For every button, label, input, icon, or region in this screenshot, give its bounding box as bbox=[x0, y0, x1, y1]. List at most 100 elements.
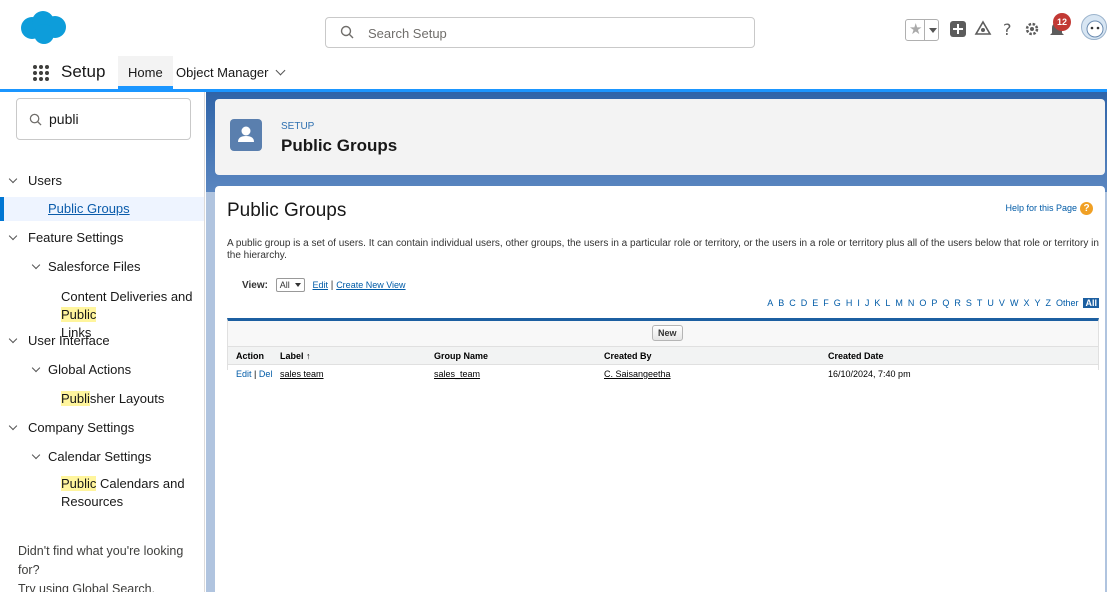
sidebar-item-public-calendars[interactable]: Public Calendars and Resources bbox=[61, 475, 201, 511]
content-deliveries-prefix: Content Deliveries and bbox=[61, 289, 193, 304]
view-label: View: bbox=[242, 280, 268, 291]
public-groups-list: New Action Label ↑ Group Name Created By… bbox=[227, 318, 1099, 382]
alpha-filter-letter[interactable]: Z bbox=[1045, 298, 1051, 308]
search-icon bbox=[340, 25, 354, 39]
column-header-created-by[interactable]: Created By bbox=[604, 347, 652, 365]
favorites-button[interactable]: ★ bbox=[905, 19, 939, 41]
search-match-highlight: Public bbox=[61, 307, 97, 322]
alpha-filter-letter[interactable]: D bbox=[801, 298, 808, 308]
content-card: Public Groups Help for this Page? A publ… bbox=[215, 186, 1105, 592]
alpha-filter-letter[interactable]: R bbox=[954, 298, 961, 308]
alpha-filter-letter[interactable]: S bbox=[966, 298, 972, 308]
tree-node-users-label: Users bbox=[28, 173, 62, 188]
quick-find-value: publi bbox=[49, 111, 79, 127]
sidebar-footer-line1: Didn't find what you're looking for? bbox=[18, 544, 184, 577]
alphabet-filter: A B C D E F G H I J K L M N O P Q R S T U V W X Y Z Other All bbox=[762, 298, 1099, 308]
astro-avatar-icon bbox=[1086, 20, 1104, 38]
tree-node-feature-settings-label: Feature Settings bbox=[28, 230, 124, 245]
chevron-down-icon bbox=[31, 363, 41, 373]
alpha-filter-letter[interactable]: J bbox=[865, 298, 870, 308]
alpha-filter-letter[interactable]: X bbox=[1023, 298, 1029, 308]
column-header-created-date[interactable]: Created Date bbox=[828, 347, 884, 365]
tree-node-company-settings-label: Company Settings bbox=[28, 420, 135, 435]
public-calendars-suffix: Calendars and bbox=[96, 476, 185, 491]
delete-link[interactable]: Del bbox=[259, 369, 273, 379]
tab-object-manager-label: Object Manager bbox=[176, 65, 269, 80]
alpha-filter-letter[interactable]: P bbox=[931, 298, 937, 308]
alpha-filter-letter[interactable]: H bbox=[846, 298, 853, 308]
alpha-filter-letter[interactable]: W bbox=[1010, 298, 1019, 308]
view-selector-row: View: All Edit | Create New View bbox=[242, 278, 406, 292]
public-calendars-line2: Resources bbox=[61, 494, 124, 509]
alpha-filter-letter[interactable]: T bbox=[977, 298, 983, 308]
alpha-filter-letter[interactable]: M bbox=[895, 298, 903, 308]
search-match-highlight: Publi bbox=[61, 391, 90, 406]
page-header: SETUP Public Groups bbox=[215, 99, 1105, 175]
group-label-link[interactable]: sales team bbox=[280, 365, 324, 383]
help-for-this-page-link[interactable]: Help for this Page? bbox=[1005, 202, 1093, 215]
help-icon[interactable]: ? bbox=[999, 20, 1017, 38]
alpha-filter-letter[interactable]: I bbox=[857, 298, 860, 308]
global-search-hint[interactable]: Try using Global Search. bbox=[18, 580, 198, 592]
breadcrumb: SETUP bbox=[281, 121, 315, 132]
new-group-button[interactable]: New bbox=[652, 325, 683, 341]
alpha-filter-letter[interactable]: Y bbox=[1034, 298, 1040, 308]
salesforce-logo[interactable] bbox=[18, 10, 68, 46]
chevron-down-icon bbox=[8, 421, 18, 431]
tree-node-global-actions-label: Global Actions bbox=[48, 362, 132, 377]
context-bar: Setup Home Object Manager bbox=[0, 56, 1107, 92]
content-title: Public Groups bbox=[227, 200, 347, 221]
alpha-filter-letter[interactable]: Q bbox=[942, 298, 949, 308]
sidebar-item-publisher-layouts[interactable]: Publisher Layouts bbox=[61, 390, 164, 408]
alpha-filter-letter[interactable]: A bbox=[767, 298, 773, 308]
help-question-icon: ? bbox=[1080, 202, 1093, 215]
alpha-filter-letter[interactable]: K bbox=[874, 298, 880, 308]
user-group-icon bbox=[230, 119, 262, 151]
edit-view-link[interactable]: Edit bbox=[313, 280, 329, 290]
view-select[interactable]: All bbox=[275, 278, 305, 292]
tab-home[interactable]: Home bbox=[118, 56, 173, 89]
tree-node-salesforce-files-label: Salesforce Files bbox=[48, 259, 141, 274]
alpha-filter-letter[interactable]: E bbox=[812, 298, 818, 308]
sidebar-item-public-groups[interactable]: Public Groups bbox=[0, 197, 204, 221]
search-match-highlight: Public bbox=[61, 476, 97, 491]
quick-find-input[interactable]: publi bbox=[16, 98, 191, 140]
header-actions: ★ ? 12 bbox=[905, 13, 1107, 47]
created-by-link[interactable]: C. Saisangeetha bbox=[604, 365, 671, 383]
alpha-filter-letter[interactable]: V bbox=[999, 298, 1005, 308]
user-avatar[interactable] bbox=[1081, 14, 1107, 40]
help-link-label: Help for this Page bbox=[1005, 203, 1077, 213]
alpha-filter-all[interactable]: All bbox=[1083, 298, 1099, 308]
edit-link[interactable]: Edit bbox=[236, 369, 252, 379]
chevron-down-icon bbox=[8, 174, 18, 184]
create-new-view-link[interactable]: Create New View bbox=[336, 280, 405, 290]
created-date: 16/10/2024, 7:40 pm bbox=[828, 369, 911, 379]
group-name-link[interactable]: sales_team bbox=[434, 365, 480, 383]
alpha-filter-letter[interactable]: O bbox=[919, 298, 926, 308]
alpha-filter-letter[interactable]: B bbox=[778, 298, 784, 308]
global-header: Search Setup ★ ? 12 bbox=[0, 0, 1107, 56]
alpha-filter-letter[interactable]: U bbox=[987, 298, 994, 308]
svg-text:?: ? bbox=[1003, 20, 1012, 38]
alpha-filter-letter[interactable]: F bbox=[823, 298, 829, 308]
chevron-down-icon[interactable] bbox=[275, 65, 285, 76]
alpha-filter-letter[interactable]: N bbox=[908, 298, 915, 308]
column-header-label[interactable]: Label ↑ bbox=[280, 347, 311, 365]
search-placeholder: Search Setup bbox=[368, 26, 447, 41]
gear-icon[interactable] bbox=[1023, 20, 1041, 38]
app-launcher-icon[interactable] bbox=[33, 65, 49, 81]
chevron-down-icon bbox=[31, 450, 41, 460]
chevron-down-icon bbox=[8, 334, 18, 344]
alpha-filter-letter[interactable]: L bbox=[885, 298, 890, 308]
alpha-filter-letter[interactable]: G bbox=[834, 298, 841, 308]
alpha-filter-letter[interactable]: Other bbox=[1056, 298, 1079, 308]
column-header-group-name[interactable]: Group Name bbox=[434, 347, 488, 365]
publisher-layouts-suffix: sher Layouts bbox=[89, 391, 165, 406]
search-setup-input[interactable]: Search Setup bbox=[325, 17, 755, 48]
tab-object-manager[interactable]: Object Manager bbox=[166, 56, 294, 89]
favorites-dropdown-icon[interactable] bbox=[924, 20, 939, 40]
trailhead-icon[interactable] bbox=[974, 20, 992, 38]
column-header-action: Action bbox=[236, 351, 264, 361]
alpha-filter-letter[interactable]: C bbox=[789, 298, 796, 308]
global-create-icon[interactable] bbox=[949, 20, 967, 38]
